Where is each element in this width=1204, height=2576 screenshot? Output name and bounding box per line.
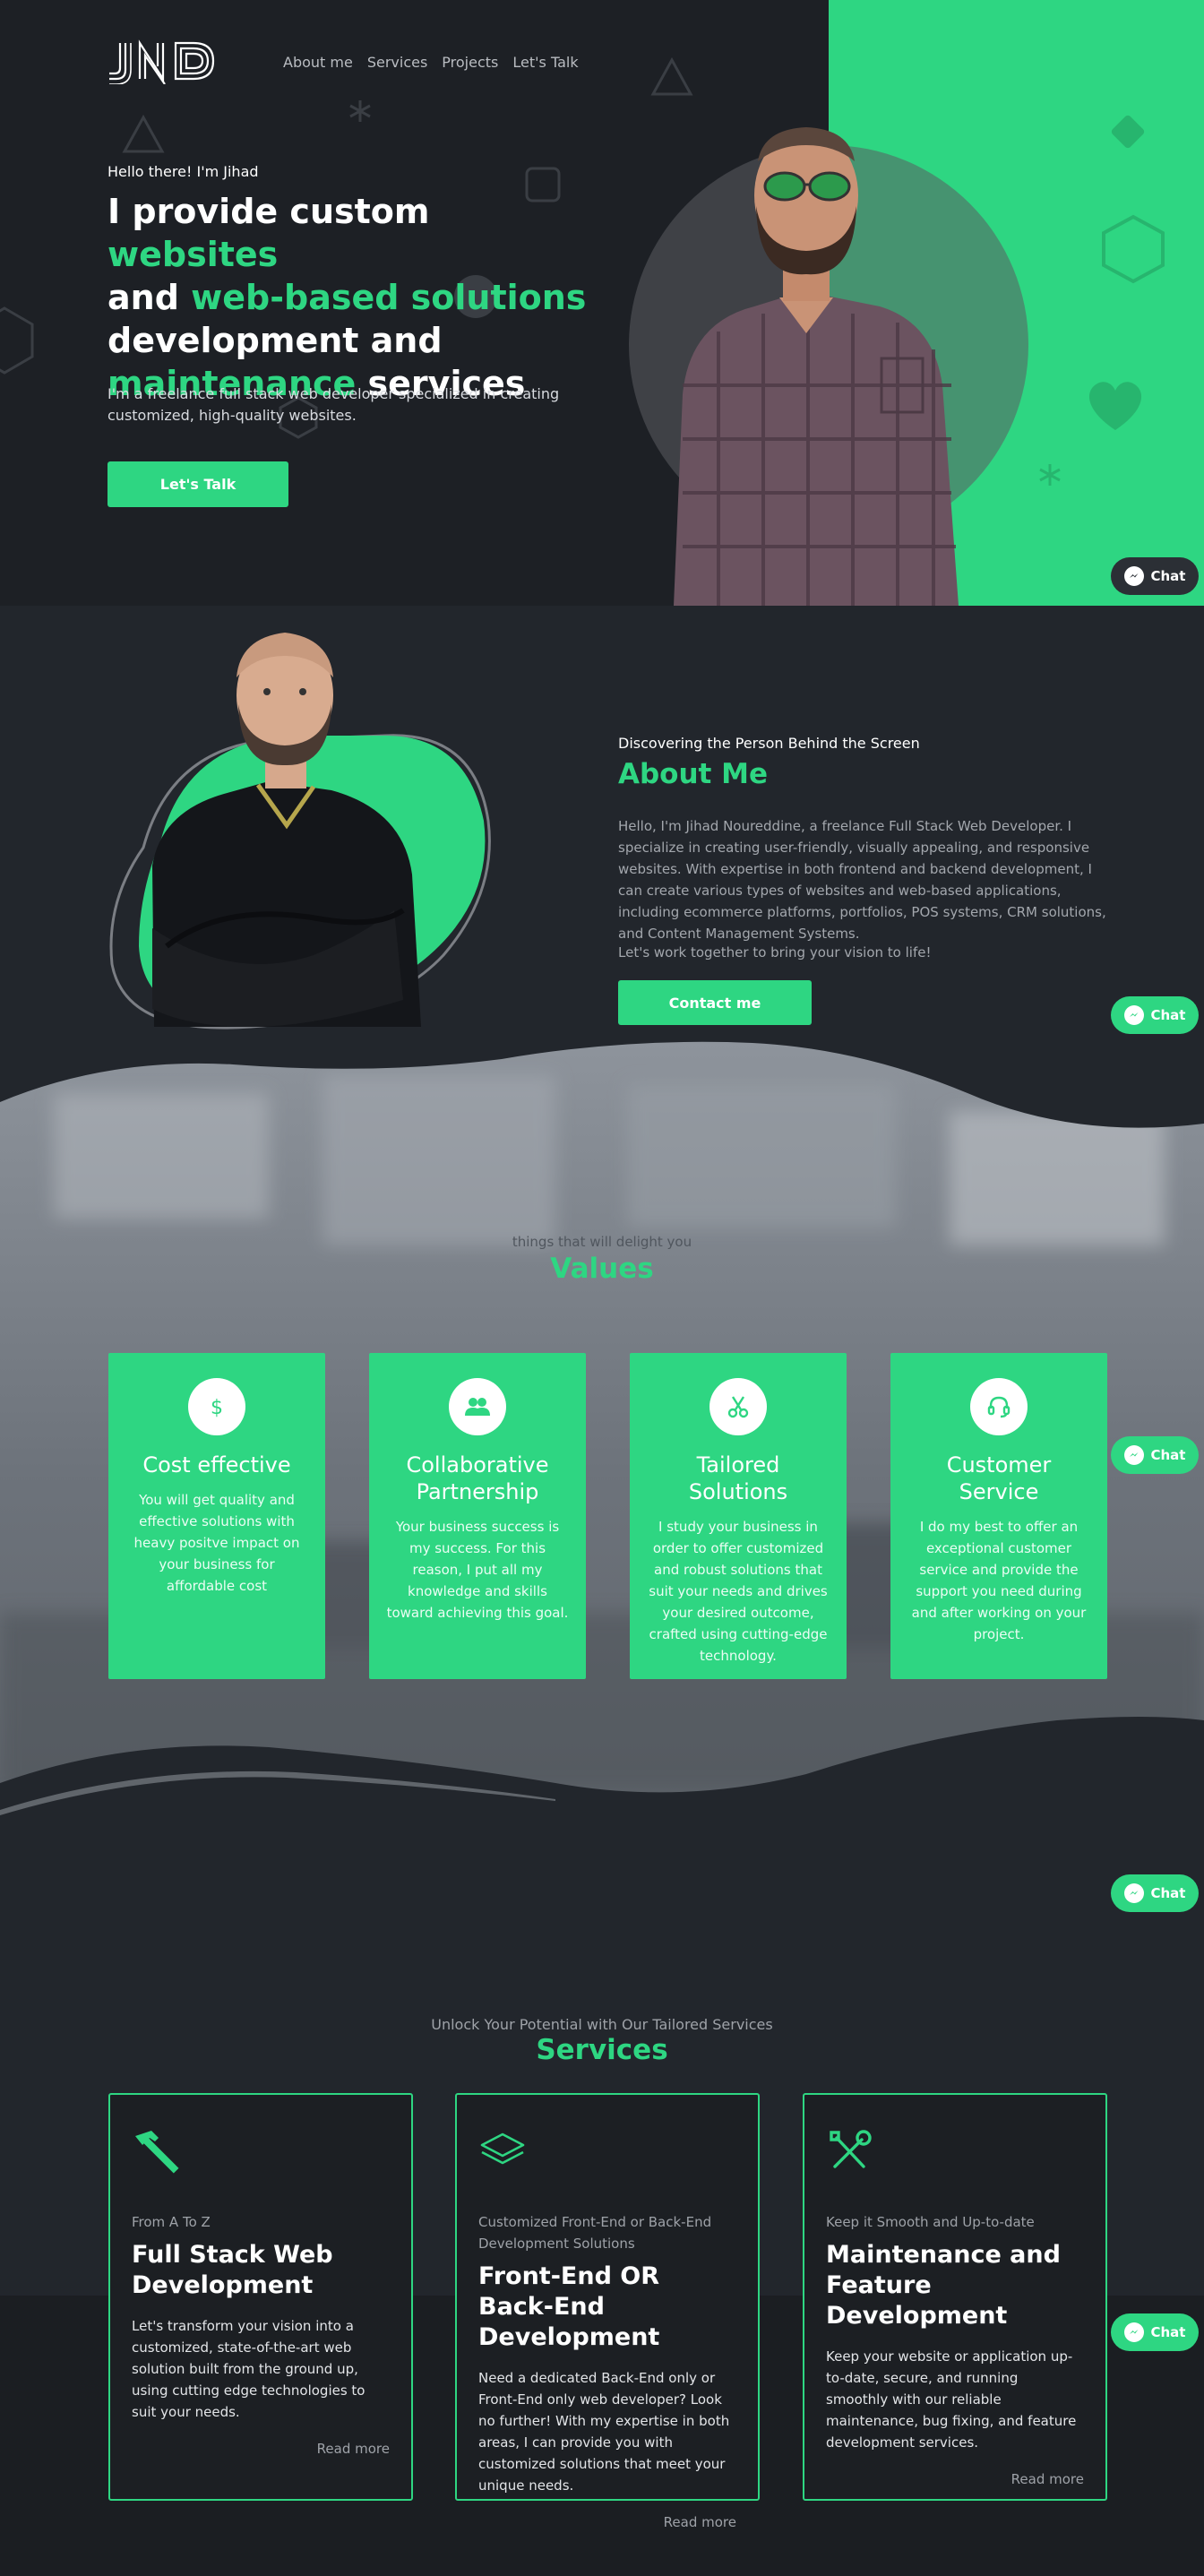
nav-item-services[interactable]: Services [367,54,427,71]
value-card-customer-service: Customer Service I do my best to offer a… [890,1353,1107,1679]
values-subtitle: things that will delight you [512,1234,692,1250]
hero-greeting: Hello there! I'm Jihad [108,163,259,180]
scissors-icon [710,1378,767,1435]
about-title: About Me [618,758,769,790]
headline-part: development and [108,321,443,360]
headline-highlight: websites [108,235,279,274]
service-tag: Keep it Smooth and Up-to-date [826,2214,1035,2230]
headline-highlight: web-based solutions [191,278,587,317]
messenger-icon [1123,2322,1144,2342]
service-text: Need a dedicated Back-End only or Front-… [478,2370,730,2494]
hero-intro: I'm a freelance full stack web developer… [108,385,560,424]
service-card-front-back: Customized Front-End or Back-End Develop… [455,2093,760,2530]
hexagon-deco-icon [1102,214,1165,284]
about-portrait [109,633,491,1030]
about-section: Discovering the Person Behind the Screen… [0,606,1204,1107]
headset-icon [970,1378,1028,1435]
messenger-icon [1123,1445,1144,1465]
lets-talk-button[interactable]: Let's Talk [108,461,288,507]
diamond-deco-icon [1111,115,1145,149]
headline-part: and [108,278,192,317]
service-card-maintenance: Keep it Smooth and Up-to-date Maintenanc… [803,2093,1107,2501]
value-text: I do my best to offer an exceptional cus… [911,1519,1087,1642]
value-text: Your business success is my success. For… [386,1519,569,1621]
value-card-cost: $ Cost effective You will get quality an… [108,1353,325,1679]
about-paragraph: Hello, I'm Jihad Noureddine, a freelance… [618,818,1106,942]
chat-button[interactable]: Chat [1111,1436,1199,1474]
triangle-deco-icon [122,115,165,153]
service-card-full-stack: From A To Z Full Stack Web Development L… [108,2093,413,2501]
nav-item-lets-talk[interactable]: Let's Talk [512,54,578,71]
hammer-icon [135,2131,179,2174]
chat-label: Chat [1150,568,1186,584]
messenger-icon [1123,1883,1144,1903]
chat-label: Chat [1150,2324,1186,2340]
service-title: Front-End OR Back-End Development [478,2262,660,2351]
hero-portrait [674,127,959,606]
service-title: Maintenance and Feature Development [826,2241,1061,2330]
value-card-collaboration: Collaborative Partnership Your business … [369,1353,586,1679]
services-subtitle: Unlock Your Potential with Our Tailored … [431,2016,773,2033]
value-title: Customer Service [946,1452,1052,1504]
value-title: Collaborative Partnership [406,1452,549,1504]
chat-button[interactable]: Chat [1111,2313,1199,2351]
about-cta-text: Let's work together to bring your vision… [618,944,932,961]
nav-item-projects[interactable]: Projects [442,54,498,71]
read-more-link[interactable]: Read more [132,2441,390,2457]
value-text: I study your business in order to offer … [649,1519,828,1664]
service-tag: Customized Front-End or Back-End Develop… [478,2214,712,2252]
asterisk-deco-icon [1039,464,1061,486]
hexagon-deco-icon [0,306,34,375]
value-text: You will get quality and effective solut… [133,1492,300,1594]
chat-label: Chat [1150,1007,1186,1023]
messenger-icon [1123,566,1144,586]
contact-me-button[interactable]: Contact me [618,980,812,1025]
service-text: Let's transform your vision into a custo… [132,2318,366,2420]
dollar-icon: $ [188,1378,245,1435]
chat-button[interactable]: Chat [1111,996,1199,1034]
tools-icon [830,2130,872,2168]
chat-button[interactable]: Chat [1111,557,1199,595]
services-title: Services [536,2034,668,2066]
service-title: Full Stack Web Development [132,2241,333,2299]
values-title: Values [550,1253,654,1285]
asterisk-deco-icon [349,100,371,122]
read-more-link[interactable]: Read more [478,2514,736,2530]
nav-item-about[interactable]: About me [283,54,353,71]
chat-button[interactable]: Chat [1111,1874,1199,1912]
heart-deco-icon [1088,382,1142,430]
value-title: Tailored Solutions [688,1452,788,1504]
messenger-icon [1123,1005,1144,1025]
chat-label: Chat [1150,1885,1186,1901]
layers-icon [480,2132,525,2165]
value-card-tailored: Tailored Solutions I study your business… [630,1353,847,1679]
main-nav: About me Services Projects Let's Talk [283,54,579,71]
hero-section: About me Services Projects Let's Talk He… [0,0,1204,606]
jnd-logo[interactable] [108,39,219,84]
read-more-link[interactable]: Read more [826,2471,1084,2487]
chat-label: Chat [1150,1447,1186,1463]
service-text: Keep your website or application up-to-d… [826,2348,1077,2451]
headline-part: I provide custom [108,192,430,231]
service-tag: From A To Z [132,2214,211,2230]
about-subtitle: Discovering the Person Behind the Screen [618,735,920,752]
svg-text:$: $ [211,1397,223,1419]
people-icon [449,1378,506,1435]
hero-headline: I provide custom websites and web-based … [108,190,609,405]
triangle-deco-icon [650,57,693,96]
value-title: Cost effective [142,1452,291,1478]
